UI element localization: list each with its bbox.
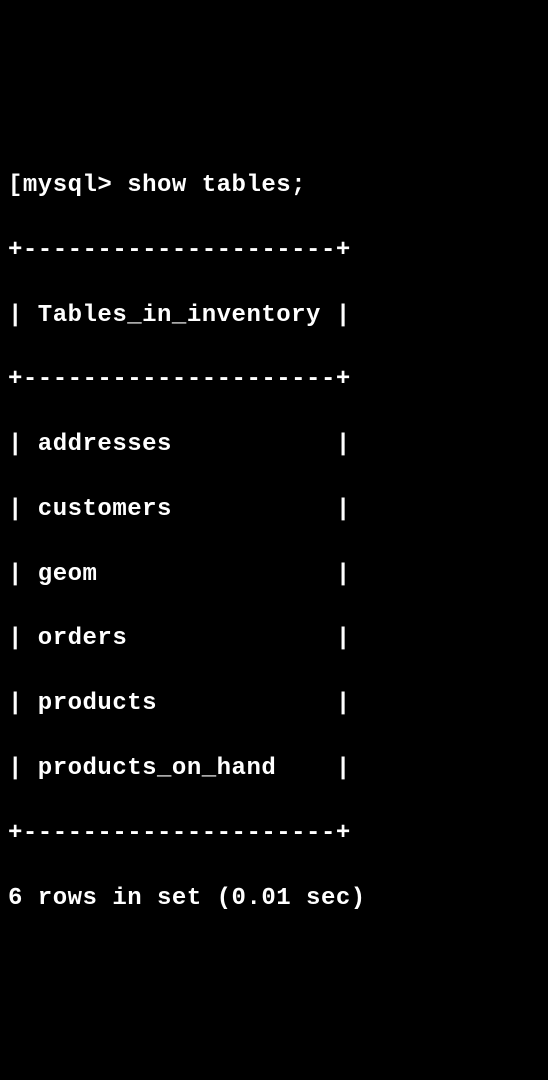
- table-border-mid: +---------------------+: [8, 364, 540, 396]
- table-row: | customers |: [8, 494, 540, 526]
- table-border-bottom: +---------------------+: [8, 818, 540, 850]
- command-line: [mysql> show tables;: [8, 170, 540, 202]
- table-row: | products_on_hand |: [8, 753, 540, 785]
- mysql-prompt: [mysql>: [8, 172, 127, 199]
- table-border-top: +---------------------+: [8, 235, 540, 267]
- result-footer: 6 rows in set (0.01 sec): [8, 883, 540, 915]
- table-row: | addresses |: [8, 429, 540, 461]
- table-header: | Tables_in_inventory |: [8, 300, 540, 332]
- table-row: | geom |: [8, 559, 540, 591]
- table-row: | orders |: [8, 623, 540, 655]
- mysql-terminal-output: [mysql> show tables; +------------------…: [8, 138, 540, 948]
- table-row: | products |: [8, 688, 540, 720]
- sql-command: show tables;: [127, 172, 306, 199]
